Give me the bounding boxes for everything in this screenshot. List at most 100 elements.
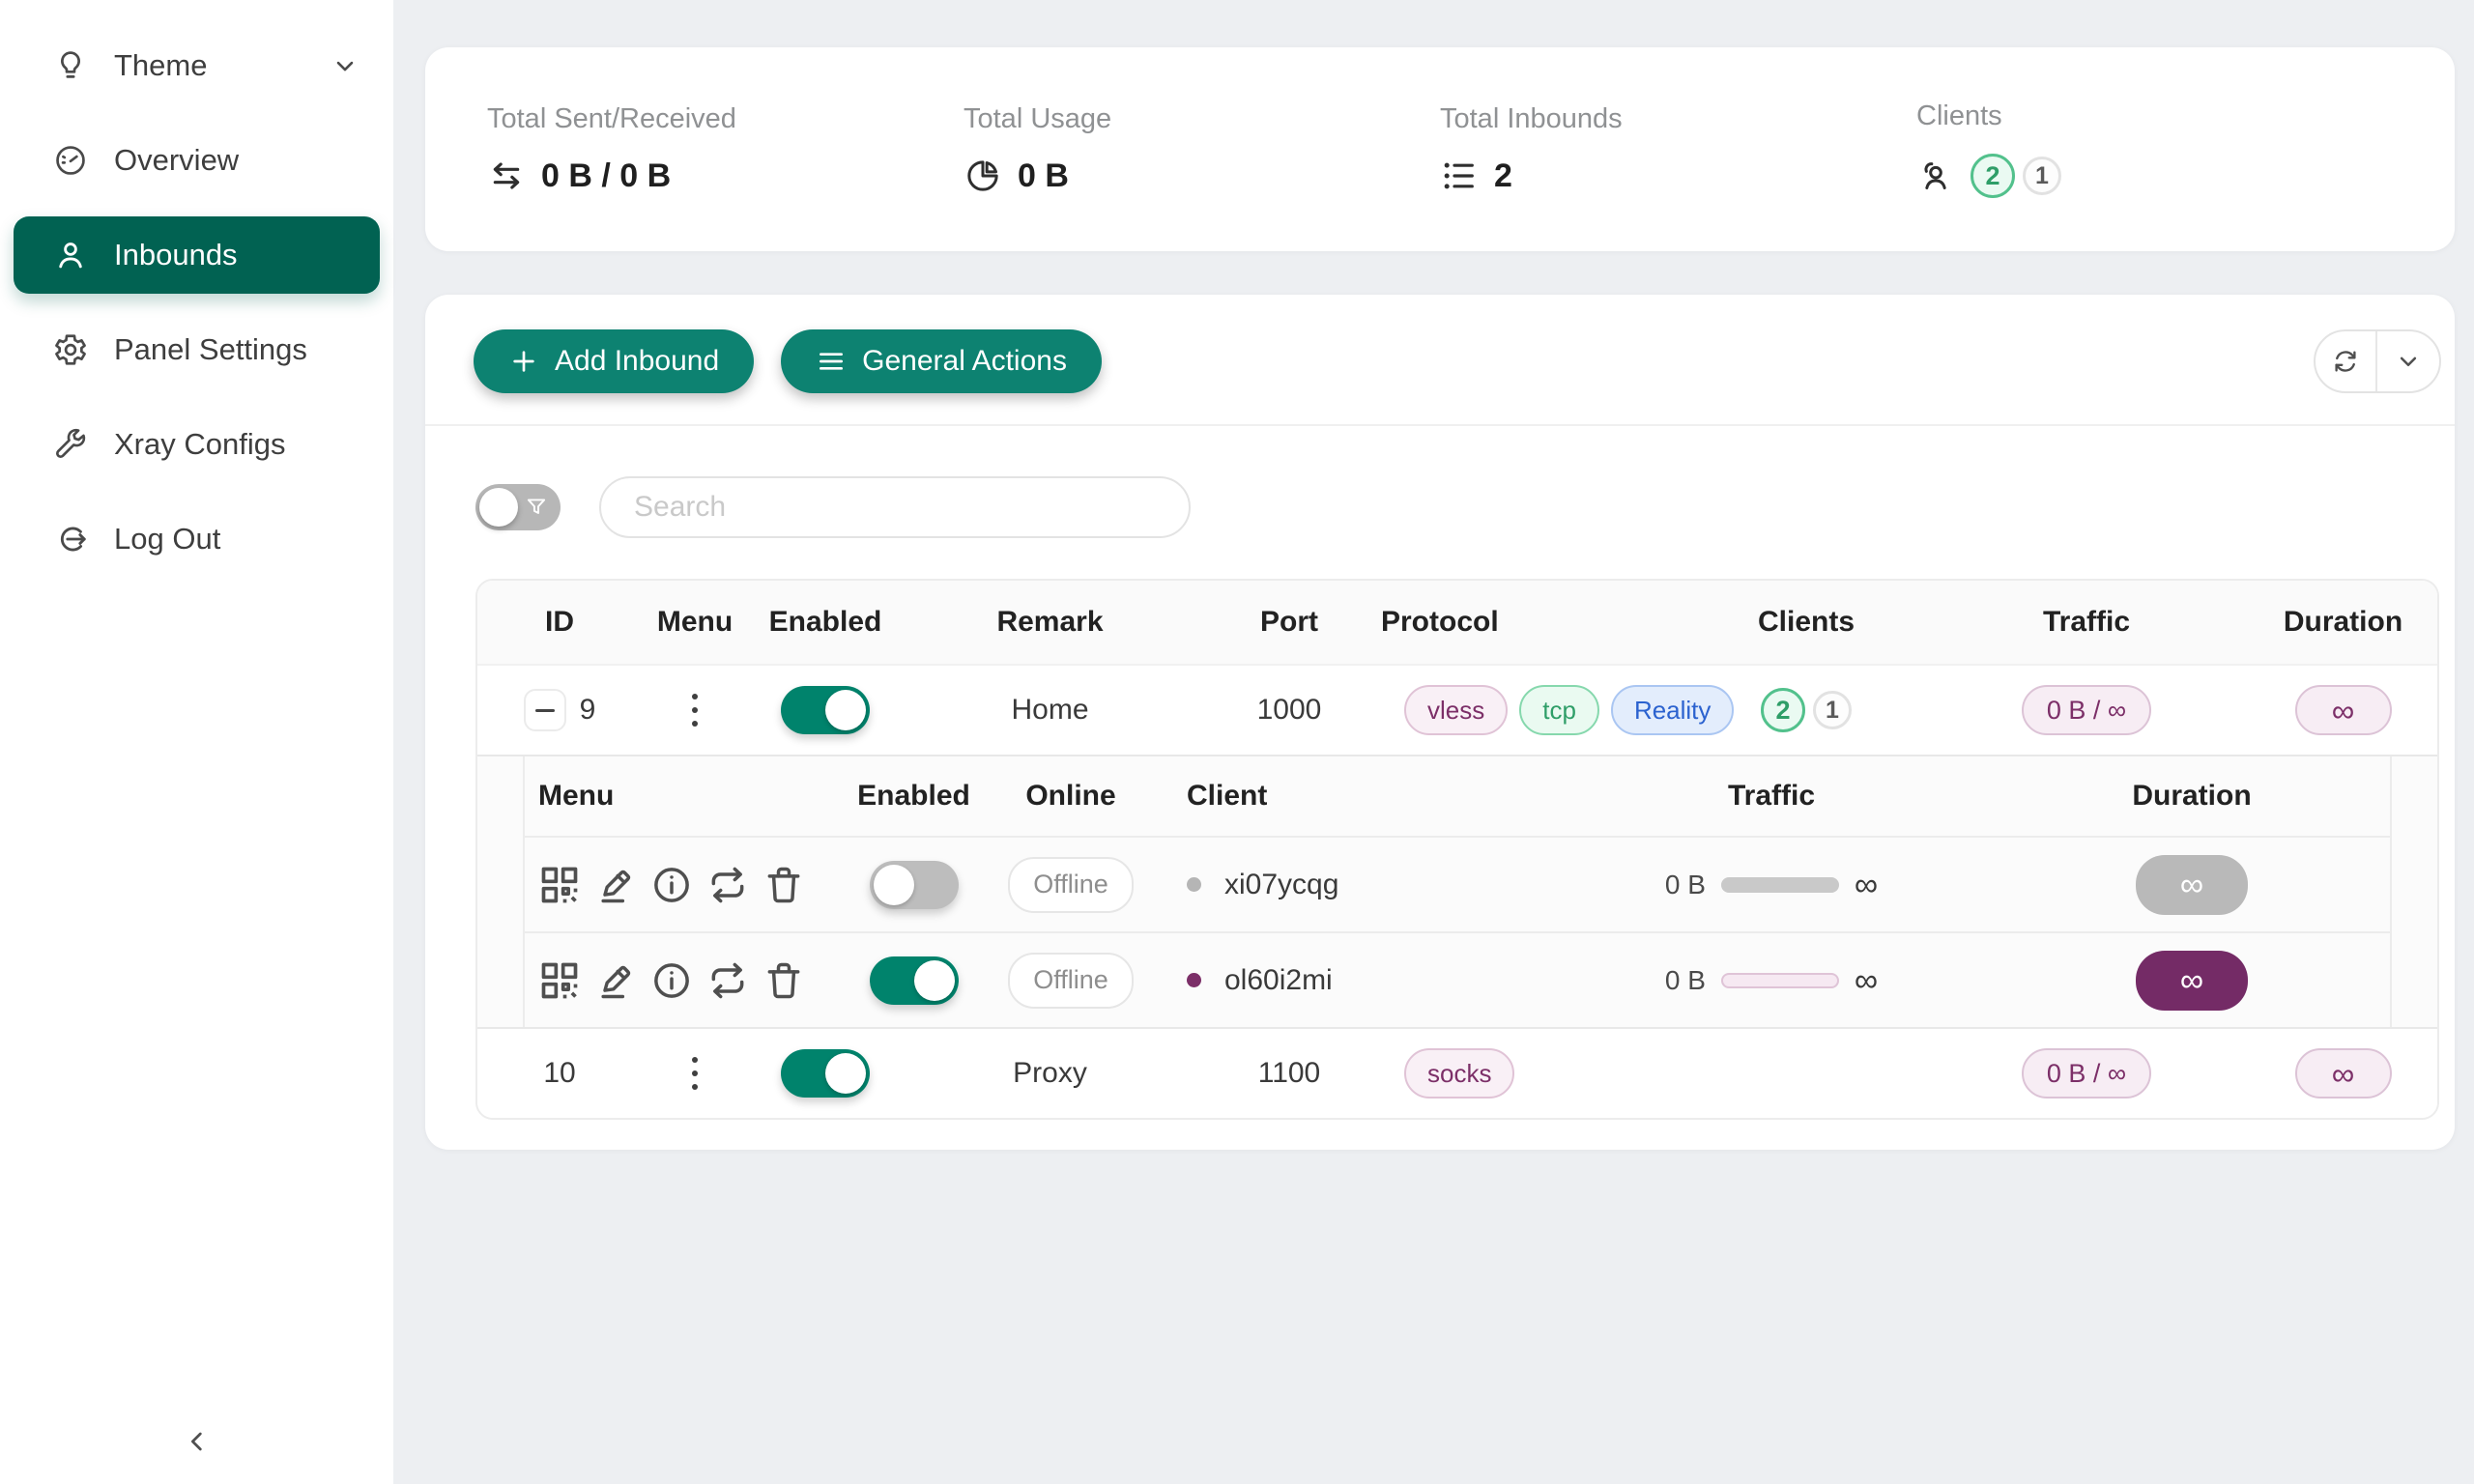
toggle-knob [479, 488, 518, 527]
traffic-limit: ∞ [1855, 964, 1878, 997]
refresh-button[interactable] [2316, 331, 2377, 391]
client-name: ol60i2mi [1224, 964, 1333, 997]
remark-cell: Proxy [903, 1057, 1197, 1090]
client-status-dot [1187, 877, 1201, 892]
sidebar-item-panel-settings[interactable]: Panel Settings [14, 311, 380, 388]
col-header-menu: Menu [642, 606, 748, 639]
info-icon[interactable] [650, 959, 693, 1002]
edit-icon[interactable] [594, 864, 637, 906]
pie-chart-icon [964, 157, 1002, 195]
qr-code-icon[interactable] [538, 959, 581, 1002]
client-name-cell: ol60i2mi [1158, 964, 1549, 997]
add-inbound-button[interactable]: Add Inbound [474, 329, 754, 393]
enabled-toggle[interactable] [781, 686, 870, 734]
col-header-duration: Duration [2251, 606, 2435, 639]
stat-value: 0 B [1018, 157, 1069, 195]
protocol-tag: vless [1404, 685, 1508, 735]
menu-lines-icon [816, 346, 847, 377]
search-row [475, 476, 2439, 538]
col-header-menu: Menu [525, 780, 844, 813]
id-cell: 10 [477, 1057, 642, 1090]
client-menu-cell [525, 959, 844, 1002]
col-header-enabled: Enabled [748, 606, 903, 639]
client-row: Offline ol60i2mi 0 B ∞ ∞ [525, 931, 2390, 1027]
traffic-pill: 0 B / ∞ [2022, 685, 2151, 735]
protocol-cell: socks [1381, 1048, 1690, 1099]
sidebar-item-label: Theme [114, 48, 207, 83]
clients-total-badge: 1 [2023, 157, 2061, 195]
sidebar-item-label: Xray Configs [114, 427, 285, 462]
client-enabled-toggle[interactable] [870, 956, 959, 1005]
search-input[interactable] [599, 476, 1191, 538]
col-header-traffic: Traffic [1549, 780, 1994, 813]
stat-label: Total Sent/Received [487, 103, 964, 135]
chevron-left-icon [182, 1426, 213, 1457]
gear-icon [52, 331, 89, 368]
enabled-toggle[interactable] [781, 1049, 870, 1098]
plus-icon [508, 346, 539, 377]
protocol-tag: tcp [1519, 685, 1599, 735]
sidebar-item-label: Log Out [114, 522, 220, 556]
stat-total-sent-received: Total Sent/Received 0 B / 0 B [487, 103, 964, 195]
table-header-row: ID Menu Enabled Remark Port Protocol Cli… [477, 581, 2437, 664]
minus-icon [535, 709, 555, 712]
inbounds-table: ID Menu Enabled Remark Port Protocol Cli… [475, 579, 2439, 1120]
logout-icon [52, 521, 89, 557]
client-name-cell: xi07ycqg [1158, 869, 1549, 901]
id-cell: 9 [477, 689, 642, 731]
wrench-icon [52, 426, 89, 463]
refresh-dropdown-button[interactable] [2377, 331, 2439, 391]
sidebar: Theme Overview Inbounds Panel Settings [0, 0, 393, 1484]
sidebar-item-label: Overview [114, 143, 239, 178]
row-menu-button[interactable] [686, 1051, 704, 1096]
lightbulb-icon [52, 47, 89, 84]
sidebar-collapse-button[interactable] [176, 1420, 218, 1463]
general-actions-button[interactable]: General Actions [781, 329, 1102, 393]
delete-icon[interactable] [762, 864, 805, 906]
client-status-dot [1187, 973, 1201, 987]
duration-pill: ∞ [2295, 1048, 2392, 1099]
row-menu-button[interactable] [686, 688, 704, 732]
filter-toggle[interactable] [475, 484, 561, 530]
stats-card: Total Sent/Received 0 B / 0 B Total Usag… [425, 47, 2455, 251]
gauge-icon [52, 142, 89, 179]
port-cell: 1000 [1197, 694, 1381, 727]
sidebar-item-xray-configs[interactable]: Xray Configs [14, 406, 380, 483]
col-header-remark: Remark [903, 606, 1197, 639]
sidebar-item-overview[interactable]: Overview [14, 122, 380, 199]
app-root: Theme Overview Inbounds Panel Settings [0, 0, 2474, 1484]
reset-traffic-icon[interactable] [706, 864, 749, 906]
client-row: Offline xi07ycqg 0 B ∞ ∞ [525, 836, 2390, 931]
chevron-down-icon [2394, 347, 2423, 376]
client-enabled-toggle[interactable] [870, 861, 959, 909]
remark-cell: Home [903, 694, 1197, 727]
sidebar-item-theme[interactable]: Theme [14, 27, 380, 104]
client-table-header-row: Menu Enabled Online Client Traffic Durat… [525, 756, 2390, 836]
collapse-row-button[interactable] [524, 689, 566, 731]
inbound-row: 9 Home 1000 vless tcp Reality 2 [477, 664, 2437, 755]
qr-code-icon[interactable] [538, 864, 581, 906]
reset-traffic-icon[interactable] [706, 959, 749, 1002]
client-duration-pill: ∞ [2136, 951, 2248, 1011]
info-icon[interactable] [650, 864, 693, 906]
stat-clients: Clients 2 1 [1916, 100, 2393, 198]
sidebar-item-label: Panel Settings [114, 332, 307, 367]
delete-icon[interactable] [762, 959, 805, 1002]
edit-icon[interactable] [594, 959, 637, 1002]
chevron-down-icon [331, 52, 359, 79]
refresh-icon [2331, 347, 2360, 376]
person-icon [52, 237, 89, 273]
inbounds-card: Add Inbound General Actions [425, 295, 2455, 1150]
inbound-row: 10 Proxy 1100 socks 0 B / ∞ ∞ [477, 1029, 2437, 1118]
refresh-split-button [2314, 329, 2441, 393]
stat-label: Clients [1916, 100, 2393, 132]
client-duration-pill: ∞ [2136, 855, 2248, 915]
sidebar-item-logout[interactable]: Log Out [14, 500, 380, 578]
col-header-duration: Duration [1994, 780, 2390, 813]
col-header-port: Port [1197, 606, 1381, 639]
card-body: ID Menu Enabled Remark Port Protocol Cli… [425, 426, 2455, 1120]
traffic-progress-bar [1721, 973, 1839, 988]
protocol-cell: vless tcp Reality [1381, 685, 1690, 735]
stat-label: Total Usage [964, 103, 1440, 135]
sidebar-item-inbounds[interactable]: Inbounds [14, 216, 380, 294]
